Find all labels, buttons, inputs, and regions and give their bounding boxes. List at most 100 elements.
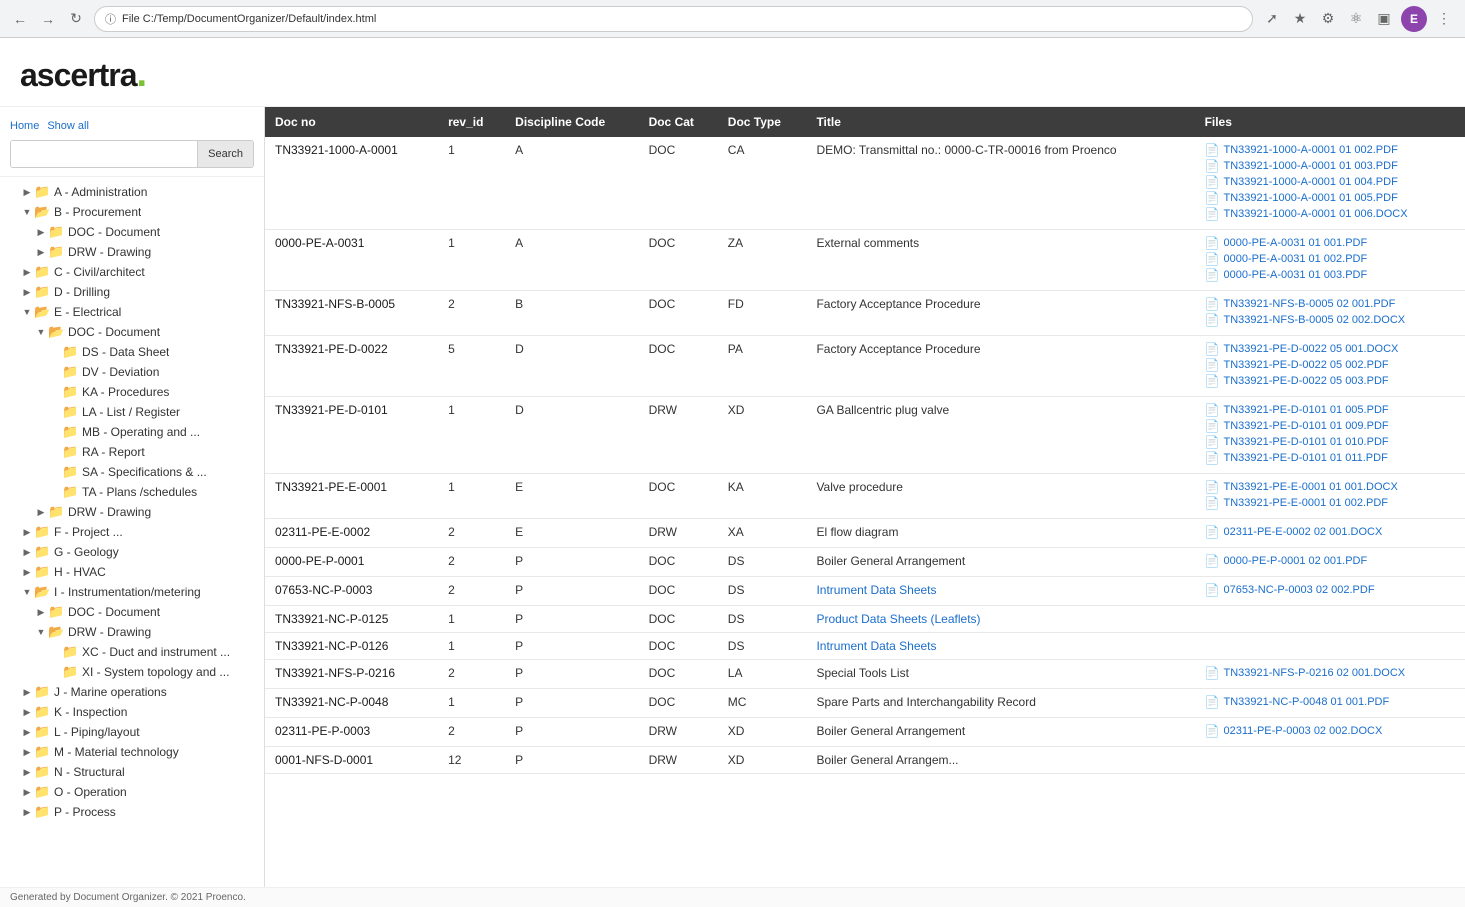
file-link[interactable]: 📄TN33921-PE-D-0101 01 009.PDF: [1205, 419, 1455, 433]
tree-item-E-DOC-MB[interactable]: 📁MB - Operating and ...: [0, 422, 264, 442]
tree-item-E[interactable]: ▼📂E - Electrical: [0, 302, 264, 322]
file-link[interactable]: 📄TN33921-NFS-P-0216 02 001.DOCX: [1205, 666, 1455, 680]
tree-item-H[interactable]: ▶📁H - HVAC: [0, 562, 264, 582]
bookmark-icon[interactable]: ★: [1289, 8, 1311, 30]
docx-icon: 📄: [1205, 525, 1220, 539]
tree-item-G[interactable]: ▶📁G - Geology: [0, 542, 264, 562]
file-link[interactable]: 📄TN33921-PE-E-0001 01 002.PDF: [1205, 496, 1455, 510]
title-link[interactable]: Intrument Data Sheets: [816, 639, 936, 653]
file-link[interactable]: 📄TN33921-1000-A-0001 01 002.PDF: [1205, 143, 1455, 157]
tree-item-E-DOC[interactable]: ▼📂DOC - Document: [0, 322, 264, 342]
file-link[interactable]: 📄TN33921-PE-D-0101 01 005.PDF: [1205, 403, 1455, 417]
file-link[interactable]: 📄0000-PE-A-0031 01 002.PDF: [1205, 252, 1455, 266]
tree-item-J[interactable]: ▶📁J - Marine operations: [0, 682, 264, 702]
file-name: TN33921-PE-E-0001 01 002.PDF: [1224, 497, 1388, 509]
file-link[interactable]: 📄02311-PE-E-0002 02 001.DOCX: [1205, 525, 1455, 539]
file-link[interactable]: 📄TN33921-NFS-B-0005 02 002.DOCX: [1205, 313, 1455, 327]
file-link[interactable]: 📄TN33921-PE-D-0101 01 010.PDF: [1205, 435, 1455, 449]
tree-item-B-DRW[interactable]: ▶📁DRW - Drawing: [0, 242, 264, 262]
folder-icon: 📁: [62, 424, 78, 440]
cell-files: 📄TN33921-PE-D-0022 05 001.DOCX 📄TN33921-P…: [1195, 336, 1465, 397]
tree-item-E-DOC-KA[interactable]: 📁KA - Procedures: [0, 382, 264, 402]
cell-doc-type: FD: [718, 291, 807, 336]
file-link[interactable]: 📄TN33921-PE-D-0101 01 011.PDF: [1205, 451, 1455, 465]
puzzle-icon[interactable]: ⚛: [1345, 8, 1367, 30]
show-all-link[interactable]: Show all: [47, 120, 89, 132]
tree-item-E-DOC-RA[interactable]: 📁RA - Report: [0, 442, 264, 462]
tree-item-P[interactable]: ▶📁P - Process: [0, 802, 264, 822]
folder-icon: 📁: [62, 364, 78, 380]
tree-item-B-DOC[interactable]: ▶📁DOC - Document: [0, 222, 264, 242]
cell-title: El flow diagram: [806, 519, 1194, 548]
window-icon[interactable]: ▣: [1373, 8, 1395, 30]
share-icon[interactable]: ➚: [1261, 8, 1283, 30]
tree-item-I[interactable]: ▼📂I - Instrumentation/metering: [0, 582, 264, 602]
folder-icon: 📁: [34, 744, 50, 760]
file-link[interactable]: 📄TN33921-1000-A-0001 01 004.PDF: [1205, 175, 1455, 189]
tree-item-I-DRW[interactable]: ▼📂DRW - Drawing: [0, 622, 264, 642]
reload-button[interactable]: ↻: [66, 9, 86, 29]
file-link[interactable]: 📄0000-PE-A-0031 01 001.PDF: [1205, 236, 1455, 250]
title-link[interactable]: Intrument Data Sheets: [816, 583, 936, 597]
tree-item-O[interactable]: ▶📁O - Operation: [0, 782, 264, 802]
file-link[interactable]: 📄02311-PE-P-0003 02 002.DOCX: [1205, 724, 1455, 738]
title-text: Boiler General Arrangement: [816, 724, 965, 738]
search-button[interactable]: Search: [197, 141, 253, 167]
cell-rev-id: 2: [438, 548, 505, 577]
tree-item-L[interactable]: ▶📁L - Piping/layout: [0, 722, 264, 742]
cell-files: 📄02311-PE-P-0003 02 002.DOCX: [1195, 718, 1465, 747]
tree-item-D[interactable]: ▶📁D - Drilling: [0, 282, 264, 302]
cell-files: 📄0000-PE-P-0001 02 001.PDF: [1195, 548, 1465, 577]
file-link[interactable]: 📄TN33921-NC-P-0048 01 001.PDF: [1205, 695, 1455, 709]
back-button[interactable]: ←: [10, 9, 30, 29]
file-link[interactable]: 📄0000-PE-P-0001 02 001.PDF: [1205, 554, 1455, 568]
cell-doc-no: TN33921-NFS-P-0216: [265, 660, 438, 689]
file-link[interactable]: 📄TN33921-PE-D-0022 05 002.PDF: [1205, 358, 1455, 372]
file-link[interactable]: 📄TN33921-PE-D-0022 05 003.PDF: [1205, 374, 1455, 388]
address-bar[interactable]: ⓘ File C:/Temp/DocumentOrganizer/Default…: [94, 6, 1253, 32]
file-link[interactable]: 📄TN33921-1000-A-0001 01 005.PDF: [1205, 191, 1455, 205]
tree-item-I-DRW-XI[interactable]: 📁XI - System topology and ...: [0, 662, 264, 682]
profile-button[interactable]: E: [1401, 6, 1427, 32]
tree-item-label: O - Operation: [54, 785, 127, 799]
menu-icon[interactable]: ⋮: [1433, 8, 1455, 30]
tree-item-E-DOC-TA[interactable]: 📁TA - Plans /schedules: [0, 482, 264, 502]
tree-item-label: DV - Deviation: [82, 365, 159, 379]
tree-item-E-DOC-DS[interactable]: 📁DS - Data Sheet: [0, 342, 264, 362]
tree-item-F[interactable]: ▶📁F - Project ...: [0, 522, 264, 542]
file-link[interactable]: 📄0000-PE-A-0031 01 003.PDF: [1205, 268, 1455, 282]
tree-item-label: DRW - Drawing: [68, 245, 151, 259]
cell-doc-type: XD: [718, 397, 807, 474]
file-link[interactable]: 📄07653-NC-P-0003 02 002.PDF: [1205, 583, 1455, 597]
tree-item-I-DRW-XC[interactable]: 📁XC - Duct and instrument ...: [0, 642, 264, 662]
file-link[interactable]: 📄TN33921-PE-E-0001 01 001.DOCX: [1205, 480, 1455, 494]
cell-disc-code: P: [505, 633, 638, 660]
home-link[interactable]: Home: [10, 120, 39, 132]
tree-item-N[interactable]: ▶📁N - Structural: [0, 762, 264, 782]
tree-item-E-DOC-LA[interactable]: 📁LA - List / Register: [0, 402, 264, 422]
table-row: TN33921-NFS-B-00052BDOCFDFactory Accepta…: [265, 291, 1465, 336]
tree-item-label: DRW - Drawing: [68, 505, 151, 519]
doc-no-value: TN33921-PE-E-0001: [275, 480, 387, 494]
file-link[interactable]: 📄TN33921-NFS-B-0005 02 001.PDF: [1205, 297, 1455, 311]
tree-arrow-icon: ▼: [20, 587, 34, 597]
tree-item-M[interactable]: ▶📁M - Material technology: [0, 742, 264, 762]
cell-files: 📄TN33921-1000-A-0001 01 002.PDF 📄TN33921-…: [1195, 137, 1465, 230]
search-input[interactable]: [11, 141, 197, 167]
cell-doc-type: XD: [718, 718, 807, 747]
tree-item-E-DOC-DV[interactable]: 📁 DV - Deviation: [0, 362, 264, 382]
file-link[interactable]: 📄TN33921-1000-A-0001 01 006.DOCX: [1205, 207, 1455, 221]
title-link[interactable]: Product Data Sheets (Leaflets): [816, 612, 980, 626]
file-link[interactable]: 📄TN33921-1000-A-0001 01 003.PDF: [1205, 159, 1455, 173]
cell-rev-id: 2: [438, 577, 505, 606]
tree-item-E-DOC-SA[interactable]: 📁SA - Specifications & ...: [0, 462, 264, 482]
tree-item-C[interactable]: ▶📁C - Civil/architect: [0, 262, 264, 282]
tree-item-B[interactable]: ▼📂B - Procurement: [0, 202, 264, 222]
file-link[interactable]: 📄TN33921-PE-D-0022 05 001.DOCX: [1205, 342, 1455, 356]
extension-icon[interactable]: ⚙: [1317, 8, 1339, 30]
tree-item-K[interactable]: ▶📁K - Inspection: [0, 702, 264, 722]
tree-item-A[interactable]: ▶📁A - Administration: [0, 182, 264, 202]
forward-button[interactable]: →: [38, 9, 58, 29]
tree-item-I-DOC[interactable]: ▶📁DOC - Document: [0, 602, 264, 622]
tree-item-E-DRW[interactable]: ▶📁DRW - Drawing: [0, 502, 264, 522]
